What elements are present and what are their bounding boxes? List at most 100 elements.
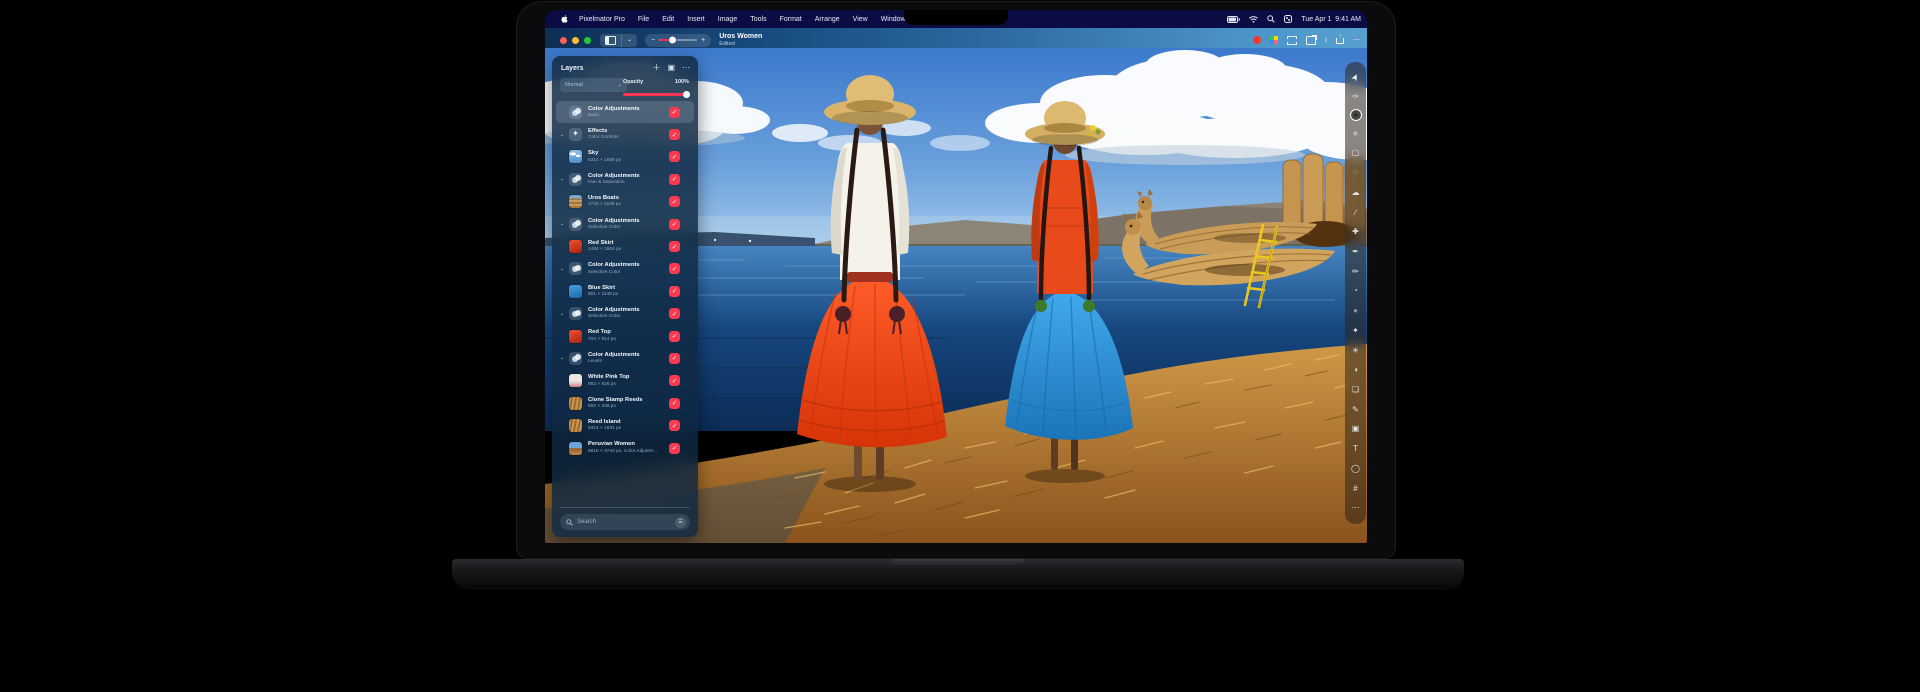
tool-button-repair-tool[interactable]: ● bbox=[1350, 109, 1362, 121]
control-center-icon[interactable] bbox=[1284, 15, 1292, 23]
layer-visibility-checkbox[interactable]: ✓ bbox=[669, 398, 680, 409]
tool-button-smudge-tool[interactable]: ● bbox=[1348, 304, 1363, 319]
layer-row-white-pink-top[interactable]: ⌄ White Pink Top 992 × 926 px ✓ bbox=[556, 370, 694, 392]
layer-row-color-adjustments[interactable]: ⌄ Color Adjustments Selective Color ✓ bbox=[556, 258, 694, 280]
filter-icon[interactable]: ☰ bbox=[675, 517, 686, 528]
layer-visibility-checkbox[interactable]: ✓ bbox=[669, 353, 680, 364]
tool-button-shapes-tool[interactable]: ▣ bbox=[1348, 422, 1363, 437]
tool-button-more-tools[interactable]: ⋯ bbox=[1348, 501, 1363, 516]
wifi-icon[interactable] bbox=[1249, 16, 1258, 23]
sidebar-options-button[interactable]: ⌄ bbox=[621, 34, 637, 47]
layer-row-blue-skirt[interactable]: ⌄ Blue Skirt 861 × 1148 px ✓ bbox=[556, 280, 694, 302]
layer-row-uros-boats[interactable]: ⌄ Uros Boats 1729 × 1106 px ✓ bbox=[556, 191, 694, 213]
fullscreen-button[interactable] bbox=[584, 37, 591, 44]
layer-row-reed-island[interactable]: ⌄ Reed Island 5314 × 1631 px ✓ bbox=[556, 414, 694, 436]
tool-button-blur-tool[interactable]: ◔ bbox=[1348, 284, 1363, 299]
minimize-button[interactable] bbox=[572, 37, 579, 44]
zoom-slider-knob[interactable] bbox=[669, 37, 676, 44]
layer-visibility-checkbox[interactable]: ✓ bbox=[669, 331, 680, 342]
layers-more-button[interactable]: ⋯ bbox=[682, 64, 690, 72]
layer-collapse-chevron[interactable]: ⌄ bbox=[560, 132, 569, 138]
tool-button-burn-tool[interactable]: ◑ bbox=[1348, 363, 1363, 378]
apple-menu-icon[interactable] bbox=[561, 15, 568, 23]
layer-visibility-checkbox[interactable]: ✓ bbox=[669, 219, 680, 230]
zoom-slider-track[interactable] bbox=[659, 39, 697, 42]
canvas-button[interactable] bbox=[1287, 36, 1297, 45]
share-button[interactable] bbox=[1336, 36, 1344, 44]
layer-row-color-adjustments[interactable]: ⌄ Color Adjustments Selective Color ✓ bbox=[556, 213, 694, 235]
tool-button-sharpen-tool[interactable]: ✦ bbox=[1348, 323, 1363, 338]
palette-button[interactable] bbox=[1270, 36, 1278, 44]
sidebar-toggle-button[interactable] bbox=[600, 34, 621, 47]
menu-clock[interactable]: Tue Apr 1 9:41 AM bbox=[1301, 16, 1361, 23]
layer-row-color-adjustments[interactable]: ⌄ Color Adjustments Basic ✓ bbox=[556, 101, 694, 123]
opacity-slider[interactable] bbox=[623, 91, 687, 98]
tool-button-frame-tool[interactable]: ▢ bbox=[1348, 146, 1363, 161]
battery-icon[interactable] bbox=[1227, 16, 1240, 23]
tool-button-clone-tool[interactable]: ❏ bbox=[1348, 383, 1363, 398]
menu-item[interactable]: Insert bbox=[687, 16, 705, 23]
layer-collapse-chevron[interactable]: ⌄ bbox=[560, 355, 569, 361]
menu-item[interactable]: View bbox=[853, 16, 868, 23]
opacity-slider-knob[interactable] bbox=[683, 91, 690, 98]
layer-row-effects[interactable]: ⌄ Effects Color Controls ✓ bbox=[556, 123, 694, 145]
tool-button-type-tool[interactable]: T bbox=[1348, 442, 1363, 457]
layer-visibility-checkbox[interactable]: ✓ bbox=[669, 107, 680, 118]
export-button[interactable] bbox=[1306, 36, 1316, 45]
layer-visibility-checkbox[interactable]: ✓ bbox=[669, 263, 680, 274]
layer-visibility-checkbox[interactable]: ✓ bbox=[669, 308, 680, 319]
tool-button-dodge-tool[interactable]: ☀ bbox=[1348, 343, 1363, 358]
layer-visibility-checkbox[interactable]: ✓ bbox=[669, 443, 680, 454]
zoom-out-button[interactable]: − bbox=[651, 37, 655, 44]
menu-item[interactable]: Pixelmator Pro bbox=[579, 16, 625, 23]
layer-frame-button[interactable]: ▣ bbox=[667, 64, 675, 72]
layer-collapse-chevron[interactable]: ⌄ bbox=[560, 221, 569, 227]
more-button[interactable]: ⋯ bbox=[1353, 37, 1360, 44]
menu-item[interactable]: Image bbox=[718, 16, 737, 23]
tool-button-line-tool[interactable]: ∕ bbox=[1348, 205, 1363, 220]
zoom-in-button[interactable]: + bbox=[701, 37, 705, 44]
layer-row-sky[interactable]: ⌄ Sky 5314 × 1656 px ✓ bbox=[556, 146, 694, 168]
menu-item[interactable]: Tools bbox=[750, 16, 766, 23]
layer-row-color-adjustments[interactable]: ⌄ Color Adjustments Levels ✓ bbox=[556, 347, 694, 369]
tool-button-paint-tool[interactable]: ✒ bbox=[1348, 244, 1363, 259]
tool-button-pencil-tool[interactable]: ✏ bbox=[1348, 264, 1363, 279]
info-button[interactable]: i bbox=[1325, 37, 1327, 44]
close-button[interactable] bbox=[560, 37, 567, 44]
tool-button-style-tool[interactable]: ✑ bbox=[1348, 90, 1363, 105]
tool-button-select-tool[interactable]: ◌ bbox=[1348, 166, 1363, 181]
tool-button-crop-tool[interactable]: # bbox=[1348, 481, 1363, 496]
tool-button-arrange-tool[interactable]: ➤ bbox=[1346, 68, 1366, 88]
layer-collapse-chevron[interactable]: ⌄ bbox=[560, 266, 569, 272]
layer-visibility-checkbox[interactable]: ✓ bbox=[669, 375, 680, 386]
tool-button-quick-fill-tool[interactable]: ☁ bbox=[1348, 185, 1363, 200]
search-icon[interactable] bbox=[1267, 15, 1275, 23]
tool-button-stamp-tool[interactable]: ✚ bbox=[1348, 225, 1363, 240]
tool-button-pen-tool[interactable]: ✎ bbox=[1348, 402, 1363, 417]
menu-item[interactable]: File bbox=[638, 16, 649, 23]
menu-item[interactable]: Format bbox=[780, 16, 802, 23]
layer-search-field[interactable]: Search ☰ bbox=[560, 514, 690, 530]
layer-row-color-adjustments[interactable]: ⌄ Color Adjustments Selective Color ✓ bbox=[556, 303, 694, 325]
layer-row-red-skirt[interactable]: ⌄ Red Skirt 1484 × 1504 px ✓ bbox=[556, 235, 694, 257]
layer-visibility-checkbox[interactable]: ✓ bbox=[669, 286, 680, 297]
menu-item[interactable]: Arrange bbox=[815, 16, 840, 23]
add-layer-button[interactable]: ＋ bbox=[652, 64, 660, 72]
layer-visibility-checkbox[interactable]: ✓ bbox=[669, 151, 680, 162]
layer-row-color-adjustments[interactable]: ⌄ Color Adjustments Hue & Saturation ✓ bbox=[556, 168, 694, 190]
layer-visibility-checkbox[interactable]: ✓ bbox=[669, 129, 680, 140]
layer-visibility-checkbox[interactable]: ✓ bbox=[669, 174, 680, 185]
layer-row-red-top[interactable]: ⌄ Red Top 703 × 914 px ✓ bbox=[556, 325, 694, 347]
color-tag-button[interactable] bbox=[1253, 36, 1261, 44]
layer-row-peruvian-women[interactable]: ⌄ Peruvian Women 5616 × 3744 px, Color A… bbox=[556, 437, 694, 459]
layer-row-clone-stamp-reeds[interactable]: ⌄ Clone Stamp Reeds 662 × 449 px ✓ bbox=[556, 392, 694, 414]
tool-button-zoom-tool[interactable]: ◯ bbox=[1348, 461, 1363, 476]
layer-visibility-checkbox[interactable]: ✓ bbox=[669, 420, 680, 431]
layer-collapse-chevron[interactable]: ⌄ bbox=[560, 176, 569, 182]
layer-visibility-checkbox[interactable]: ✓ bbox=[669, 241, 680, 252]
tool-button-star-tool[interactable]: ★ bbox=[1348, 126, 1363, 141]
blend-mode-select[interactable]: Normal ⌄ bbox=[560, 78, 627, 92]
layer-collapse-chevron[interactable]: ⌄ bbox=[560, 311, 569, 317]
menu-item[interactable]: Edit bbox=[662, 16, 674, 23]
menu-item[interactable]: Window bbox=[881, 16, 906, 23]
